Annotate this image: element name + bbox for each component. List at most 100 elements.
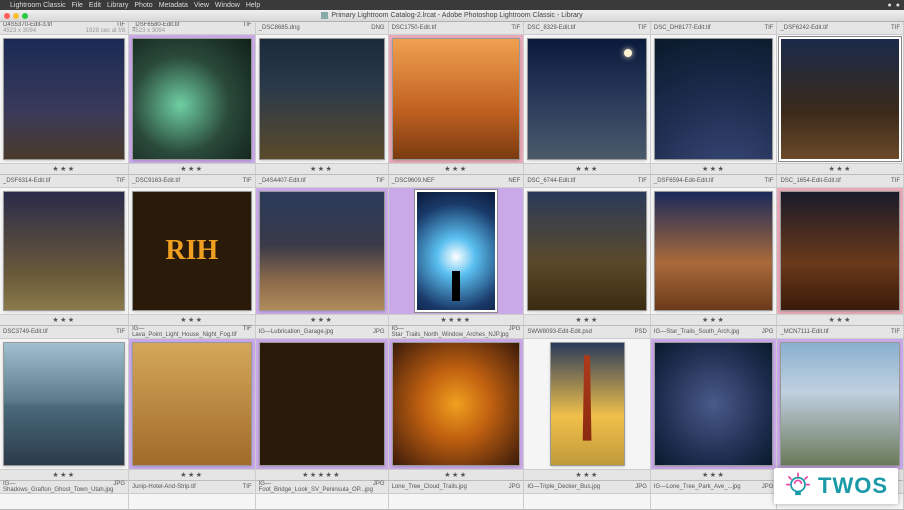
window-titlebar[interactable]: Primary Lightroom Catalog-2.lrcat - Adob… xyxy=(0,10,904,22)
grid-cell[interactable]: IG—Lava_Point_Light_House_Night_Fog.tifT… xyxy=(129,326,256,481)
zoom-button[interactable] xyxy=(22,13,28,19)
library-grid-view[interactable]: D4S5370-Edit-3.tifTIF4523 x 30941928 sec… xyxy=(0,22,904,510)
thumbnail-image[interactable] xyxy=(393,343,520,465)
thumbnail-frame[interactable]: RIH xyxy=(129,188,255,314)
thumbnail-image[interactable] xyxy=(393,39,520,159)
close-button[interactable] xyxy=(4,13,10,19)
grid-cell[interactable]: Lone_Tree_Cloud_Trails.jpgJPG xyxy=(389,481,525,510)
rating-stars[interactable]: ★★★★★ xyxy=(302,471,341,479)
thumbnail-frame[interactable] xyxy=(256,188,388,314)
grid-cell[interactable]: DSC_8329-Edit.tifTIF★★★ xyxy=(524,22,651,175)
menu-window[interactable]: Window xyxy=(215,2,240,9)
grid-cell[interactable]: SWW8093-Edit-Edit.psdPSD★★★ xyxy=(524,326,651,481)
rating-stars[interactable]: ★★★ xyxy=(575,471,598,479)
rating-stars[interactable]: ★★★ xyxy=(180,165,203,173)
thumbnail-image[interactable] xyxy=(655,39,773,159)
grid-cell[interactable]: DSC_6744-Edit.tifTIF★★★ xyxy=(524,175,651,326)
thumbnail-image[interactable] xyxy=(781,343,899,465)
thumbnail-image[interactable] xyxy=(4,343,124,465)
rating-stars[interactable]: ★★★ xyxy=(575,165,598,173)
grid-cell[interactable]: DSC_DH8177-Edit.tifTIF★★★ xyxy=(651,22,778,175)
thumbnail-image[interactable] xyxy=(4,39,124,159)
grid-cell[interactable]: _DSF6594-Edit-Edit.tifTIF★★★ xyxy=(651,175,778,326)
menu-photo[interactable]: Photo xyxy=(134,2,152,9)
window-controls[interactable] xyxy=(4,13,28,19)
thumbnail-frame[interactable] xyxy=(389,35,524,163)
thumbnail-frame[interactable] xyxy=(256,339,388,469)
thumbnail-image[interactable] xyxy=(781,39,899,159)
rating-stars[interactable]: ★★★ xyxy=(702,165,725,173)
thumbnail-frame[interactable] xyxy=(0,339,128,469)
rating-stars[interactable]: ★★★ xyxy=(444,165,467,173)
grid-cell[interactable]: IG—Star_Trails_South_Arch.jpgJPG★★★ xyxy=(651,326,778,481)
grid-cell[interactable]: IG—Lubrication_Garage.jpgJPG★★★★★ xyxy=(256,326,389,481)
grid-cell[interactable]: DSC1750-Edit.tifTIF★★★ xyxy=(389,22,525,175)
rating-stars[interactable]: ★★★ xyxy=(575,316,598,324)
thumbnail-image[interactable] xyxy=(781,192,899,310)
thumbnail-frame[interactable] xyxy=(524,188,650,314)
thumbnail-frame[interactable] xyxy=(256,35,388,163)
thumbnail-image[interactable] xyxy=(260,39,384,159)
grid-cell[interactable]: IG—Triple_Decker_Bus.jpgJPG xyxy=(524,481,651,510)
grid-cell[interactable]: Junip-Hotel-And-Strip.tifTIF xyxy=(129,481,256,510)
rating-stars[interactable]: ★★★ xyxy=(52,471,75,479)
thumbnail-frame[interactable] xyxy=(524,339,650,469)
thumbnail-image[interactable] xyxy=(528,192,646,310)
rating-stars[interactable]: ★★★ xyxy=(52,165,75,173)
menu-library[interactable]: Library xyxy=(107,2,128,9)
thumbnail-frame[interactable] xyxy=(524,35,650,163)
grid-cell[interactable]: _MCN7111-Edit.tifTIF★★★ xyxy=(777,326,904,481)
thumbnail-frame[interactable] xyxy=(651,188,777,314)
rating-stars[interactable]: ★★★ xyxy=(702,471,725,479)
menu-view[interactable]: View xyxy=(194,2,209,9)
thumbnail-image[interactable] xyxy=(551,343,624,465)
menu-edit[interactable]: Edit xyxy=(89,2,101,9)
rating-stars[interactable]: ★★★★ xyxy=(440,316,471,324)
grid-cell[interactable]: _DSC9163-Edit.tifTIFRIH★★★ xyxy=(129,175,256,326)
thumbnail-frame[interactable] xyxy=(0,188,128,314)
thumbnail-image[interactable] xyxy=(655,192,773,310)
rating-stars[interactable]: ★★★ xyxy=(310,165,333,173)
thumbnail-image[interactable] xyxy=(4,192,124,310)
rating-stars[interactable]: ★★★ xyxy=(310,316,333,324)
thumbnail-image[interactable] xyxy=(417,192,496,310)
grid-cell[interactable]: DSC3749-Edit.tifTIF★★★ xyxy=(0,326,129,481)
grid-cell[interactable]: DSC_1654-Edit-Edit.tifTIF★★★ xyxy=(777,175,904,326)
thumbnail-image[interactable] xyxy=(260,192,384,310)
grid-cell[interactable]: _DSC9609.NEFNEF★★★★ xyxy=(389,175,525,326)
menu-help[interactable]: Help xyxy=(246,2,260,9)
thumbnail-frame[interactable] xyxy=(389,188,524,314)
thumbnail-frame[interactable] xyxy=(777,35,903,163)
thumbnail-frame[interactable] xyxy=(129,339,255,469)
rating-stars[interactable]: ★★★ xyxy=(52,316,75,324)
thumbnail-frame[interactable] xyxy=(777,339,903,469)
menu-file[interactable]: File xyxy=(72,2,83,9)
menu-app[interactable]: Lightroom Classic xyxy=(10,2,66,9)
rating-stars[interactable]: ★★★ xyxy=(444,471,467,479)
grid-cell[interactable]: _D4S4407-Edit.tifTIF★★★ xyxy=(256,175,389,326)
grid-cell[interactable]: _DSF6242-Edit.tifTIF★★★ xyxy=(777,22,904,175)
thumbnail-frame[interactable] xyxy=(389,339,524,469)
grid-cell[interactable]: _DSF6314-Edit.tifTIF★★★ xyxy=(0,175,129,326)
thumbnail-frame[interactable] xyxy=(651,339,777,469)
rating-stars[interactable]: ★★★ xyxy=(702,316,725,324)
thumbnail-image[interactable] xyxy=(133,39,251,159)
thumbnail-frame[interactable] xyxy=(777,188,903,314)
rating-stars[interactable]: ★★★ xyxy=(180,471,203,479)
thumbnail-image[interactable]: RIH xyxy=(133,192,251,310)
grid-cell[interactable]: IG—Star_Trails_North_Window_Arches_NJP.j… xyxy=(389,326,525,481)
macos-menubar[interactable]: Lightroom Classic File Edit Library Phot… xyxy=(0,0,904,10)
grid-cell[interactable]: D4S5370-Edit-3.tifTIF4523 x 30941928 sec… xyxy=(0,22,129,175)
thumbnail-frame[interactable] xyxy=(129,35,255,163)
rating-stars[interactable]: ★★★ xyxy=(180,316,203,324)
thumbnail-image[interactable] xyxy=(260,343,384,465)
thumbnail-frame[interactable] xyxy=(651,35,777,163)
grid-cell[interactable]: _DSC8685.dngDNG★★★ xyxy=(256,22,389,175)
rating-stars[interactable]: ★★★ xyxy=(829,316,852,324)
grid-cell[interactable]: IG—Foot_Bridge_Look_SV_Peninsula_OP...jp… xyxy=(256,481,389,510)
menu-metadata[interactable]: Metadata xyxy=(159,2,188,9)
grid-cell[interactable]: IG—Shadows_Grafton_Ghost_Town_Utah.jpgJP… xyxy=(0,481,129,510)
thumbnail-frame[interactable] xyxy=(0,35,128,163)
grid-cell[interactable]: _DSF6580-Edit.tifTIF4523 x 3094★★★ xyxy=(129,22,256,175)
rating-stars[interactable]: ★★★ xyxy=(829,165,852,173)
